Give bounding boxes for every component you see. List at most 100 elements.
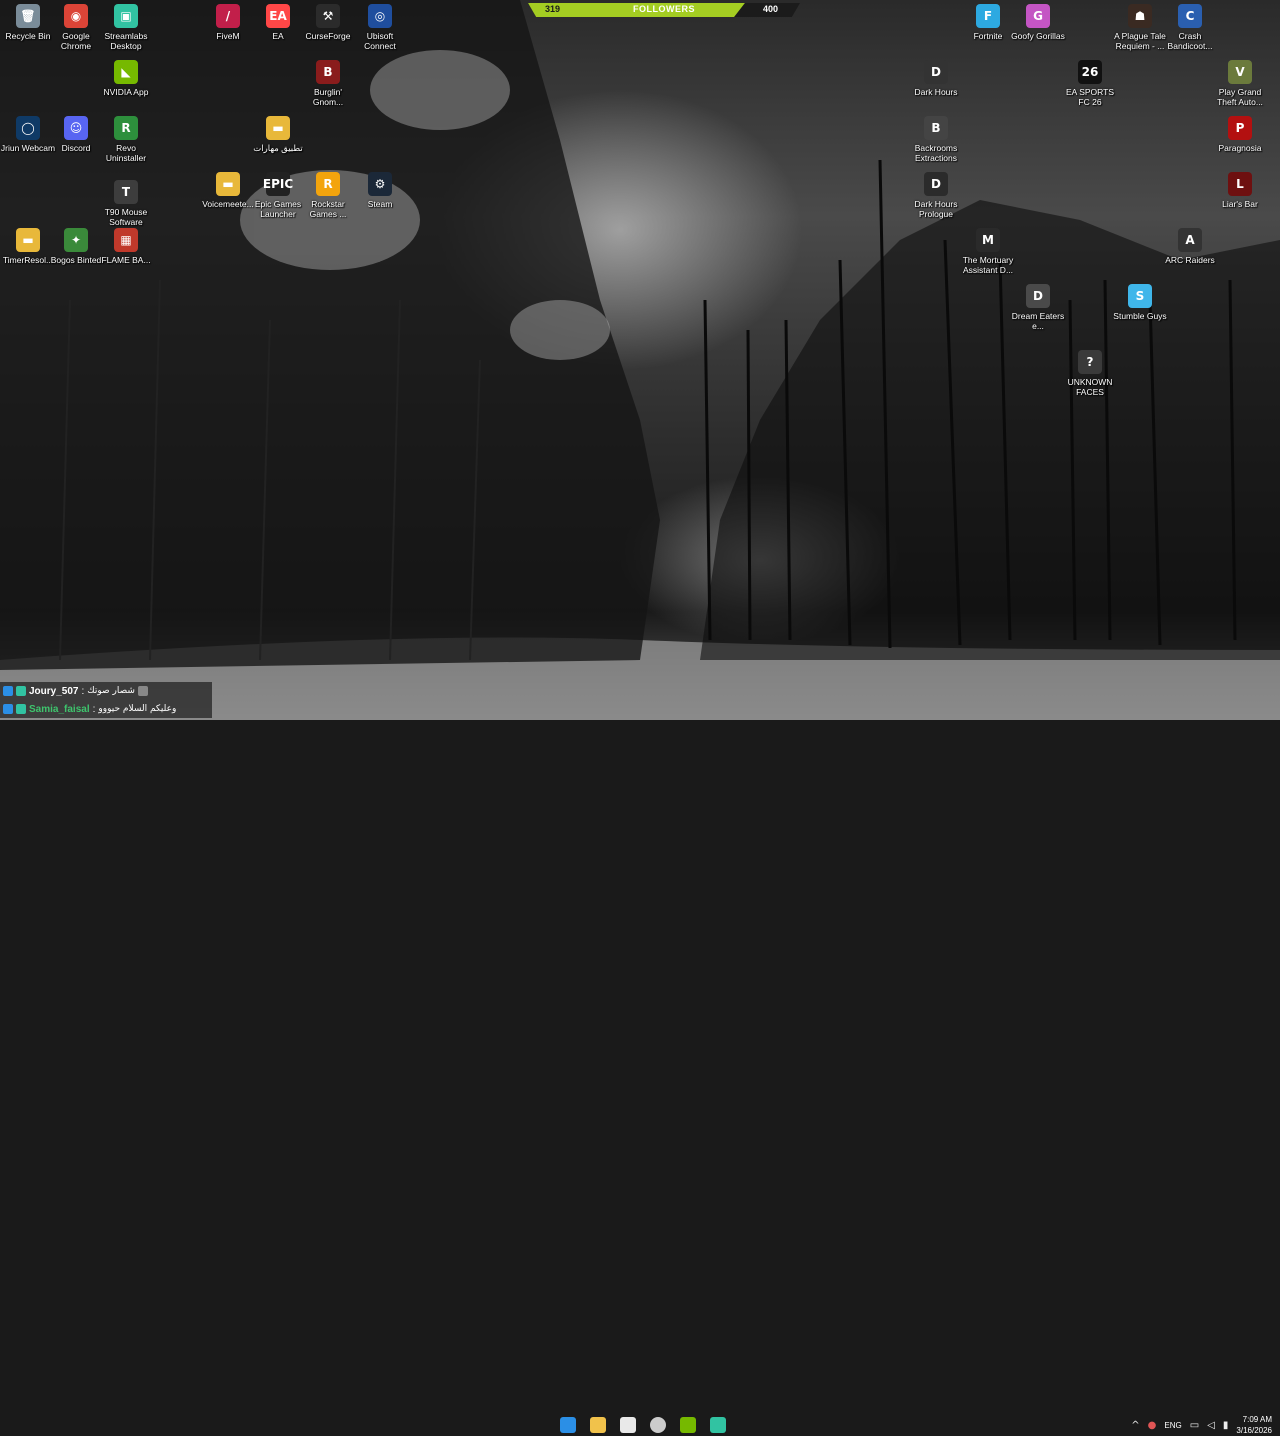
shortcut-icon: 26 bbox=[1078, 60, 1102, 84]
desktop-shortcut[interactable]: D Dream Eaters e... bbox=[1010, 284, 1066, 331]
shortcut-label: Stumble Guys bbox=[1113, 311, 1167, 321]
battery-icon[interactable]: ▮ bbox=[1223, 1420, 1229, 1431]
desktop-shortcut[interactable]: ▦ FLAME BA... bbox=[98, 228, 154, 265]
desktop-shortcut[interactable]: ◉ Google Chrome bbox=[48, 4, 104, 51]
shortcut-icon: B bbox=[924, 116, 948, 140]
shortcut-icon: D bbox=[1026, 284, 1050, 308]
shortcut-icon: ▣ bbox=[114, 4, 138, 28]
shortcut-icon: EPIC bbox=[263, 172, 293, 196]
desktop-shortcut[interactable]: R Revo Uninstaller bbox=[98, 116, 154, 163]
desktop-shortcut[interactable]: A ARC Raiders bbox=[1162, 228, 1218, 265]
show-hidden-icons-icon[interactable]: ^ bbox=[1131, 1420, 1139, 1431]
desktop-shortcut[interactable]: ? UNKNOWN FACES bbox=[1062, 350, 1118, 397]
shortcut-label: Play Grand Theft Auto... bbox=[1217, 87, 1263, 107]
obs-icon bbox=[650, 1417, 666, 1433]
desktop-shortcut[interactable]: ⚙ Steam bbox=[352, 172, 408, 209]
shortcut-icon: ✦ bbox=[64, 228, 88, 252]
shortcut-icon: B bbox=[316, 60, 340, 84]
nvidia-button[interactable] bbox=[676, 1414, 700, 1436]
shortcut-label: EA bbox=[272, 31, 284, 41]
store-button[interactable] bbox=[616, 1414, 640, 1436]
streamlabs-badge-icon bbox=[16, 686, 26, 696]
desktop-shortcut[interactable]: B Backrooms Extractions bbox=[908, 116, 964, 163]
shortcut-icon: EA bbox=[266, 4, 290, 28]
microphone-icon[interactable]: ● bbox=[1148, 1420, 1157, 1431]
platform-badge-icon bbox=[3, 686, 13, 696]
obs-button[interactable] bbox=[646, 1414, 670, 1436]
desktop-shortcut[interactable]: ▬ تطبيق مهارات bbox=[250, 116, 306, 153]
network-icon[interactable]: ▭ bbox=[1190, 1420, 1199, 1431]
streamlabs-button[interactable] bbox=[706, 1414, 730, 1436]
clock[interactable]: 7:09 AM 3/16/2026 bbox=[1236, 1414, 1272, 1436]
desktop-shortcut[interactable]: B Burglin' Gnom... bbox=[300, 60, 356, 107]
shortcut-label: FLAME BA... bbox=[101, 255, 151, 265]
volume-icon[interactable]: ◁ bbox=[1207, 1420, 1215, 1431]
nvidia-icon bbox=[680, 1417, 696, 1433]
desktop-shortcut[interactable]: L Liar's Bar bbox=[1212, 172, 1268, 209]
shortcut-label: ARC Raiders bbox=[1165, 255, 1215, 265]
taskbar-apps bbox=[556, 1414, 730, 1436]
clock-date: 3/16/2026 bbox=[1236, 1426, 1272, 1435]
desktop-shortcut[interactable]: / FiveM bbox=[200, 4, 256, 41]
shortcut-label: Dream Eaters e... bbox=[1011, 311, 1065, 331]
shortcut-icon: ▬ bbox=[16, 228, 40, 252]
chat-separator: : bbox=[92, 703, 96, 715]
shortcut-icon: ☗ bbox=[1128, 4, 1152, 28]
desktop-shortcut[interactable]: ▣ Streamlabs Desktop bbox=[98, 4, 154, 51]
desktop-shortcut[interactable]: D Dark Hours Prologue bbox=[908, 172, 964, 219]
desktop-shortcut[interactable]: F Fortnite bbox=[960, 4, 1016, 41]
shortcut-label: Backrooms Extractions bbox=[914, 143, 958, 163]
shortcut-icon: C bbox=[1178, 4, 1202, 28]
shortcut-label: A Plague Tale Requiem - ... bbox=[1114, 31, 1166, 51]
shortcut-label: Google Chrome bbox=[60, 31, 92, 51]
shortcut-icon: ◉ bbox=[64, 4, 88, 28]
desktop-shortcut[interactable]: ☗ A Plague Tale Requiem - ... bbox=[1112, 4, 1168, 51]
shortcut-icon: D bbox=[924, 172, 948, 196]
desktop-shortcut[interactable]: ✦ Bogos Binted bbox=[48, 228, 104, 265]
desktop-shortcut[interactable]: ☺ Discord bbox=[48, 116, 104, 153]
desktop-shortcut[interactable]: 26 EA SPORTS FC 26 bbox=[1062, 60, 1118, 107]
shortcut-label: Crash Bandicoot... bbox=[1167, 31, 1213, 51]
shortcut-label: Revo Uninstaller bbox=[105, 143, 147, 163]
desktop-shortcut[interactable]: ◣ NVIDIA App bbox=[98, 60, 154, 97]
store-icon bbox=[620, 1417, 636, 1433]
desktop-shortcut[interactable]: T T90 Mouse Software bbox=[98, 180, 154, 227]
shortcut-label: Liar's Bar bbox=[1222, 199, 1258, 209]
shortcut-label: Burglin' Gnom... bbox=[312, 87, 344, 107]
shortcut-icon: S bbox=[1128, 284, 1152, 308]
shortcut-icon: L bbox=[1228, 172, 1252, 196]
streamlabs-icon bbox=[710, 1417, 726, 1433]
desktop-shortcut[interactable]: C Crash Bandicoot... bbox=[1162, 4, 1218, 51]
shortcut-label: Rockstar Games ... bbox=[309, 199, 347, 219]
shortcut-icon: M bbox=[976, 228, 1000, 252]
desktop-shortcut[interactable]: ◎ Ubisoft Connect bbox=[352, 4, 408, 51]
shortcut-icon: ◣ bbox=[114, 60, 138, 84]
shortcut-icon: F bbox=[976, 4, 1000, 28]
shortcut-label: UNKNOWN FACES bbox=[1067, 377, 1113, 397]
desktop-shortcut[interactable]: G Goofy Gorillas bbox=[1010, 4, 1066, 41]
desktop-shortcut[interactable]: S Stumble Guys bbox=[1112, 284, 1168, 321]
shortcut-icon: ☺ bbox=[64, 116, 88, 140]
emote-icon bbox=[137, 686, 148, 696]
language-indicator[interactable]: ENG bbox=[1164, 1421, 1181, 1430]
start-button[interactable] bbox=[556, 1414, 580, 1436]
desktop-shortcut[interactable]: D Dark Hours bbox=[908, 60, 964, 97]
shortcut-label: تطبيق مهارات bbox=[253, 143, 303, 153]
file-explorer-button[interactable] bbox=[586, 1414, 610, 1436]
shortcut-icon: / bbox=[216, 4, 240, 28]
followers-goal: 400 bbox=[762, 4, 778, 14]
shortcut-icon: D bbox=[924, 60, 948, 84]
desktop-shortcut[interactable]: P Paragnosia bbox=[1212, 116, 1268, 153]
desktop-shortcut[interactable]: V Play Grand Theft Auto... bbox=[1212, 60, 1268, 107]
desktop-shortcut[interactable]: ▬ Voicemeete... bbox=[200, 172, 256, 209]
desktop-shortcut[interactable]: M The Mortuary Assistant D... bbox=[960, 228, 1016, 275]
folder-icon bbox=[590, 1417, 606, 1433]
shortcut-label: Ubisoft Connect bbox=[364, 31, 396, 51]
desktop-shortcut[interactable]: EPIC Epic Games Launcher bbox=[250, 172, 306, 219]
desktop-shortcut[interactable]: EA EA bbox=[250, 4, 306, 41]
desktop-shortcut[interactable]: R Rockstar Games ... bbox=[300, 172, 356, 219]
desktop-shortcut[interactable]: ⚒ CurseForge bbox=[300, 4, 356, 41]
shortcut-icon: ⚙ bbox=[368, 172, 392, 196]
shortcut-icon: R bbox=[114, 116, 138, 140]
shortcut-icon: ◯ bbox=[16, 116, 40, 140]
